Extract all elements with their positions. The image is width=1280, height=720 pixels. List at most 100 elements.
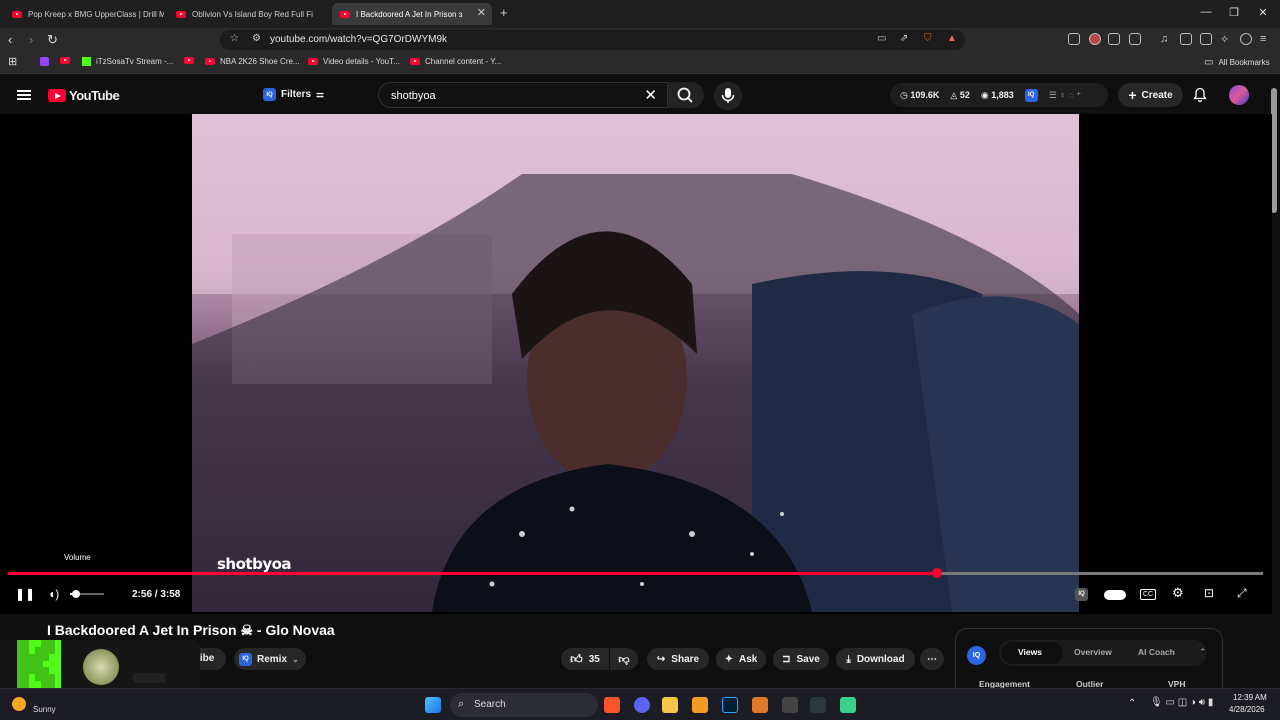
search-button[interactable] (668, 82, 704, 108)
autoplay-toggle[interactable] (1104, 590, 1126, 600)
ask-button[interactable]: ✦ Ask (716, 648, 766, 670)
forward-icon[interactable]: › (29, 32, 33, 47)
file-explorer-icon[interactable] (662, 697, 678, 713)
youtube-header: YouTube IQ Filters ⚌ shotbyoa ✕ ◷ 109.6K… (0, 76, 1272, 114)
tray-icons[interactable]: 🎙︎ ▭ ◫ ◑ 🔊︎ ▮ (1150, 697, 1213, 708)
remix-button[interactable]: IQ Remix ⌄ (234, 648, 306, 670)
music-icon[interactable]: ♫ (1160, 33, 1172, 45)
close-window-icon[interactable]: ✕ (1248, 6, 1278, 19)
subscribe-button[interactable]: ribe (196, 648, 226, 670)
minimize-icon[interactable]: — (1191, 6, 1221, 18)
tab-1[interactable]: Pop Kreep x BMG UpperClass | Drill M (4, 3, 164, 25)
leo-icon[interactable]: ✧ (1220, 33, 1232, 46)
settings-gear-icon[interactable]: ⚙ (1172, 585, 1184, 601)
tab-3[interactable]: I Backdoored A Jet In Prison ɜ ✕ (332, 3, 492, 25)
youtube-favicon-icon (340, 10, 350, 18)
taskbar-search[interactable]: ⌕ Search (450, 693, 598, 717)
bookmark-icon[interactable]: ☆ (230, 33, 239, 44)
youtube-logo[interactable]: YouTube (48, 88, 120, 103)
extension-icon[interactable] (1089, 33, 1101, 45)
youtube-bookmark-icon[interactable] (60, 57, 70, 64)
puzzle-icon[interactable] (1108, 33, 1120, 45)
brave-icon[interactable] (604, 697, 620, 713)
weather-icon (12, 697, 26, 711)
kick-logo-icon (17, 640, 61, 688)
twitch-bookmark-icon[interactable] (40, 57, 49, 66)
captions-icon[interactable]: CC (1140, 589, 1157, 600)
app-icon[interactable] (840, 697, 856, 713)
youtube-favicon-icon (12, 10, 22, 18)
scrubber-handle[interactable] (931, 568, 942, 578)
search-input[interactable]: shotbyoa ✕ (378, 82, 668, 108)
filters-button[interactable]: IQ Filters ⚌ (263, 88, 324, 101)
site-info-icon[interactable]: ⚙ (252, 33, 261, 44)
progress-bar[interactable] (8, 568, 1263, 578)
voice-search-button[interactable] (714, 82, 742, 110)
youtube-bookmark-icon[interactable] (184, 57, 194, 64)
back-icon[interactable]: ‹ (8, 32, 12, 47)
video-watermark: shotbyoa (217, 555, 292, 573)
bookmark-icon: ⊐ (782, 653, 791, 665)
reload-icon[interactable]: ↻ (47, 32, 58, 48)
pause-icon[interactable]: ❚❚ (15, 587, 35, 601)
extension-icon[interactable] (1068, 33, 1080, 45)
tray-chevron-icon[interactable]: ⌃ (1128, 698, 1136, 709)
app-icon[interactable] (782, 697, 798, 713)
progress-fill (8, 572, 937, 575)
create-button[interactable]: + Create (1118, 83, 1183, 107)
vidiq-player-icon[interactable]: IQ (1075, 587, 1088, 601)
all-bookmarks[interactable]: ▭ All Bookmarks (1204, 57, 1270, 68)
volume-icon[interactable]: ◖) (48, 587, 59, 601)
bookmark-itzsosatv[interactable]: iTzSosaTv Stream -... (82, 57, 173, 66)
more-actions-icon[interactable]: ⋯ (920, 648, 944, 670)
download-button[interactable]: ⤓ Download (836, 648, 915, 670)
rewards-icon[interactable]: ▲ (947, 33, 957, 44)
photoshop-icon[interactable] (722, 697, 738, 713)
volume-knob[interactable] (72, 590, 80, 598)
bookmark-channel-content[interactable]: Channel content - Y... (410, 57, 501, 66)
extension-icon[interactable] (1129, 33, 1141, 45)
fullscreen-icon[interactable]: ⤢ (1237, 586, 1247, 601)
menu-icon[interactable]: ≡ (1260, 33, 1272, 45)
share-button[interactable]: ↪ Share (647, 648, 709, 670)
sidebar-icon[interactable] (1180, 33, 1192, 45)
theater-mode-icon[interactable]: ⊡ (1204, 586, 1214, 600)
restore-icon[interactable]: ❐ (1219, 6, 1249, 19)
close-tab-icon[interactable]: ✕ (477, 6, 486, 19)
bookmark-nba-2k26[interactable]: NBA 2K26 Shoe Cre... (205, 57, 300, 66)
bookmark-video-details[interactable]: Video details - YouT... (308, 57, 400, 66)
tab-2[interactable]: Oblivion Vs Island Boy Red Full Fi (168, 3, 328, 25)
new-tab-icon[interactable]: + (500, 5, 508, 20)
brave-shield-icon[interactable]: ⛉ (924, 33, 932, 44)
youtube-logo-icon (48, 89, 66, 102)
app-icon[interactable] (810, 697, 826, 713)
app-icon[interactable] (692, 697, 708, 713)
cast-icon[interactable]: ▭ (877, 33, 886, 44)
save-button[interactable]: ⊐ Save (773, 648, 829, 670)
discord-icon[interactable] (634, 697, 650, 713)
tab-ai-coach[interactable]: AI Coach (1138, 647, 1175, 657)
start-icon[interactable] (425, 697, 441, 713)
app-icon[interactable] (752, 697, 768, 713)
wallet-icon[interactable] (1200, 33, 1212, 45)
dislike-button[interactable]: 👎︎ (610, 648, 638, 670)
like-button[interactable]: 👍︎ 35 (561, 648, 609, 670)
vidiq-icon: IQ (263, 88, 276, 101)
share-page-icon[interactable]: ⇗ (900, 33, 908, 44)
video-player[interactable]: shotbyoa Volume ❚❚ ◖) 2:56 / 3:58 IQ CC … (0, 114, 1272, 614)
vidiq-stats[interactable]: ◷ 109.6K ◬ 52 ◉ 1,883 IQ ☰ ♀ ◌ ⁺ (890, 83, 1108, 107)
likes-stat: ◬ 52 (950, 89, 970, 100)
address-bar[interactable]: ☆ ⚙ youtube.com/watch?v=QG7OrDWYM9k ▭ ⇗ … (220, 30, 965, 50)
search-icon: ⌕ (458, 698, 465, 710)
extension-tools-icon[interactable]: ☰ ♀ ◌ ⁺ (1049, 90, 1081, 101)
clear-search-icon[interactable]: ✕ (644, 86, 657, 104)
collapse-icon[interactable]: ⌃ (1199, 647, 1207, 658)
tab-overview[interactable]: Overview (1074, 647, 1112, 657)
apps-icon[interactable]: ⊞ (8, 55, 17, 68)
notifications-bell-icon[interactable] (1193, 87, 1207, 102)
vpn-icon[interactable] (1240, 33, 1252, 45)
hamburger-menu-icon[interactable] (17, 90, 31, 100)
tab-title: I Backdoored A Jet In Prison ɜ (356, 9, 463, 19)
account-avatar[interactable] (1229, 85, 1249, 105)
tab-views[interactable]: Views (1018, 647, 1042, 657)
